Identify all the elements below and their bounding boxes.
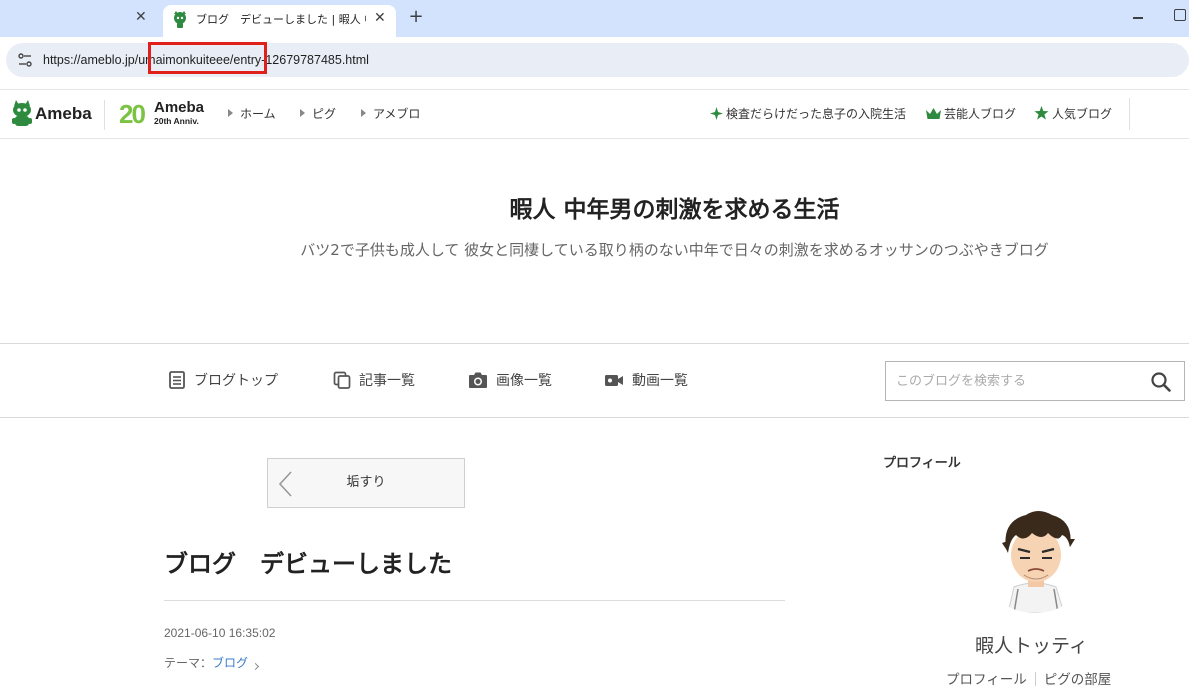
minimize-icon[interactable] (1133, 17, 1143, 19)
blog-top-label: ブログトップ (194, 373, 278, 389)
gnav-ameblo-link[interactable]: アメブロ (361, 106, 420, 122)
chevron-right-icon (251, 662, 260, 671)
image-list-label: 画像一覧 (496, 373, 552, 389)
profile-name[interactable]: 暇人トッティ (975, 633, 1088, 659)
blog-top-link[interactable]: ブログトップ (168, 370, 278, 392)
profile-link[interactable]: プロフィール (946, 672, 1027, 688)
copy-icon (333, 371, 351, 389)
blog-search (885, 361, 1185, 401)
gnav-home-link[interactable]: ホーム (228, 106, 276, 122)
video-icon (605, 375, 623, 386)
hot-topic-link[interactable]: 検査だらけだった息子の入院生活 (710, 106, 906, 122)
ameba-logo-text: Ameba (35, 104, 92, 123)
tab-close-icon[interactable]: ✕ (135, 9, 149, 25)
ameba-20th-anniversary-logo[interactable]: 20 Ameba 20th Anniv. (119, 99, 211, 129)
entry-theme: テーマ：ブログ (164, 654, 260, 672)
popular-blog-label: 人気ブログ (1052, 107, 1113, 121)
ameba-mascot-icon (12, 100, 32, 126)
restore-window-icon[interactable] (1174, 9, 1186, 21)
gnav-label: ホーム (240, 107, 276, 121)
blog-title[interactable]: 暇人 中年男の刺激を求める生活 (0, 194, 1189, 226)
url-highlight-box (148, 42, 267, 74)
triangle-right-icon (228, 109, 233, 117)
browser-tab-inactive[interactable]: ✕ (0, 0, 160, 37)
triangle-right-icon (300, 109, 305, 117)
popular-blog-link[interactable]: 人気ブログ (1034, 106, 1112, 122)
camera-icon (469, 372, 487, 388)
triangle-right-icon (361, 109, 366, 117)
anniv-sub: 20th Anniv. (154, 116, 199, 126)
browser-tab-active[interactable]: ブログ デビューしました | 暇人 中年男の刺激を求める生活 ✕ (163, 5, 396, 37)
new-tab-button[interactable]: + (406, 6, 426, 28)
entry-title[interactable]: ブログ デビューしました (164, 545, 452, 583)
header-divider (1129, 98, 1130, 130)
ameba-global-header: Ameba 20 Ameba 20th Anniv. ホーム ピグ アメブロ 検… (0, 89, 1189, 139)
entry-date: 2021-06-10 16:35:02 (164, 626, 276, 640)
pigg-room-link[interactable]: ピグの部屋 (1044, 672, 1112, 688)
hot-topic-label: 検査だらけだった息子の入院生活 (726, 107, 907, 121)
blog-search-input[interactable] (896, 371, 1136, 391)
avatar[interactable] (978, 503, 1092, 613)
avatar-illustration (978, 503, 1092, 613)
profile-links: プロフィール ピグの部屋 (946, 670, 1111, 690)
anniv-number: 20 (119, 99, 146, 129)
entry-list-link[interactable]: 記事一覧 (333, 370, 415, 392)
gnav-label: ピグ (312, 107, 337, 121)
crown-icon (926, 108, 941, 119)
tab-close-icon[interactable]: ✕ (374, 10, 388, 26)
gnav-label: アメブロ (373, 107, 421, 121)
link-divider (1034, 672, 1036, 686)
theme-label: テーマ： (164, 656, 213, 670)
star-icon (1034, 106, 1049, 120)
video-list-link[interactable]: 動画一覧 (604, 370, 688, 392)
video-list-label: 動画一覧 (632, 373, 688, 389)
entry-divider (164, 600, 785, 601)
theme-link[interactable]: ブログ (212, 656, 248, 670)
url-domain: https://ameblo.jp/ (43, 53, 139, 67)
ameba-favicon-icon (174, 11, 186, 28)
anniv-name: Ameba (154, 99, 205, 116)
celebrity-blog-link[interactable]: 芸能人ブログ (926, 106, 1016, 122)
sparkle-icon (710, 107, 723, 120)
blog-description: バツ2で子供も成人して 彼女と同棲している取り柄のない中年で日々の刺激を求めるオ… (300, 241, 1049, 259)
image-list-link[interactable]: 画像一覧 (468, 370, 552, 392)
blog-nav-bar: ブログトップ 記事一覧 画像一覧 動画一覧 (0, 343, 1189, 418)
document-icon (169, 371, 185, 389)
prev-entry-button[interactable]: 垢すり (267, 458, 465, 508)
gnav-pigg-link[interactable]: ピグ (300, 106, 336, 122)
entry-list-label: 記事一覧 (359, 373, 415, 389)
browser-tab-bar: ✕ ブログ デビューしました | 暇人 中年男の刺激を求める生活 ✕ + (0, 0, 1189, 37)
tab-title: ブログ デビューしました | 暇人 中年男の刺激を求める生活 (196, 13, 366, 26)
profile-heading: プロフィール (883, 456, 961, 471)
search-icon[interactable] (1150, 371, 1172, 393)
header-divider (104, 100, 105, 130)
celebrity-blog-label: 芸能人ブログ (944, 107, 1017, 121)
prev-entry-label: 垢すり (346, 475, 386, 490)
site-info-icon[interactable] (16, 51, 34, 69)
ameba-logo[interactable]: Ameba (11, 100, 92, 128)
